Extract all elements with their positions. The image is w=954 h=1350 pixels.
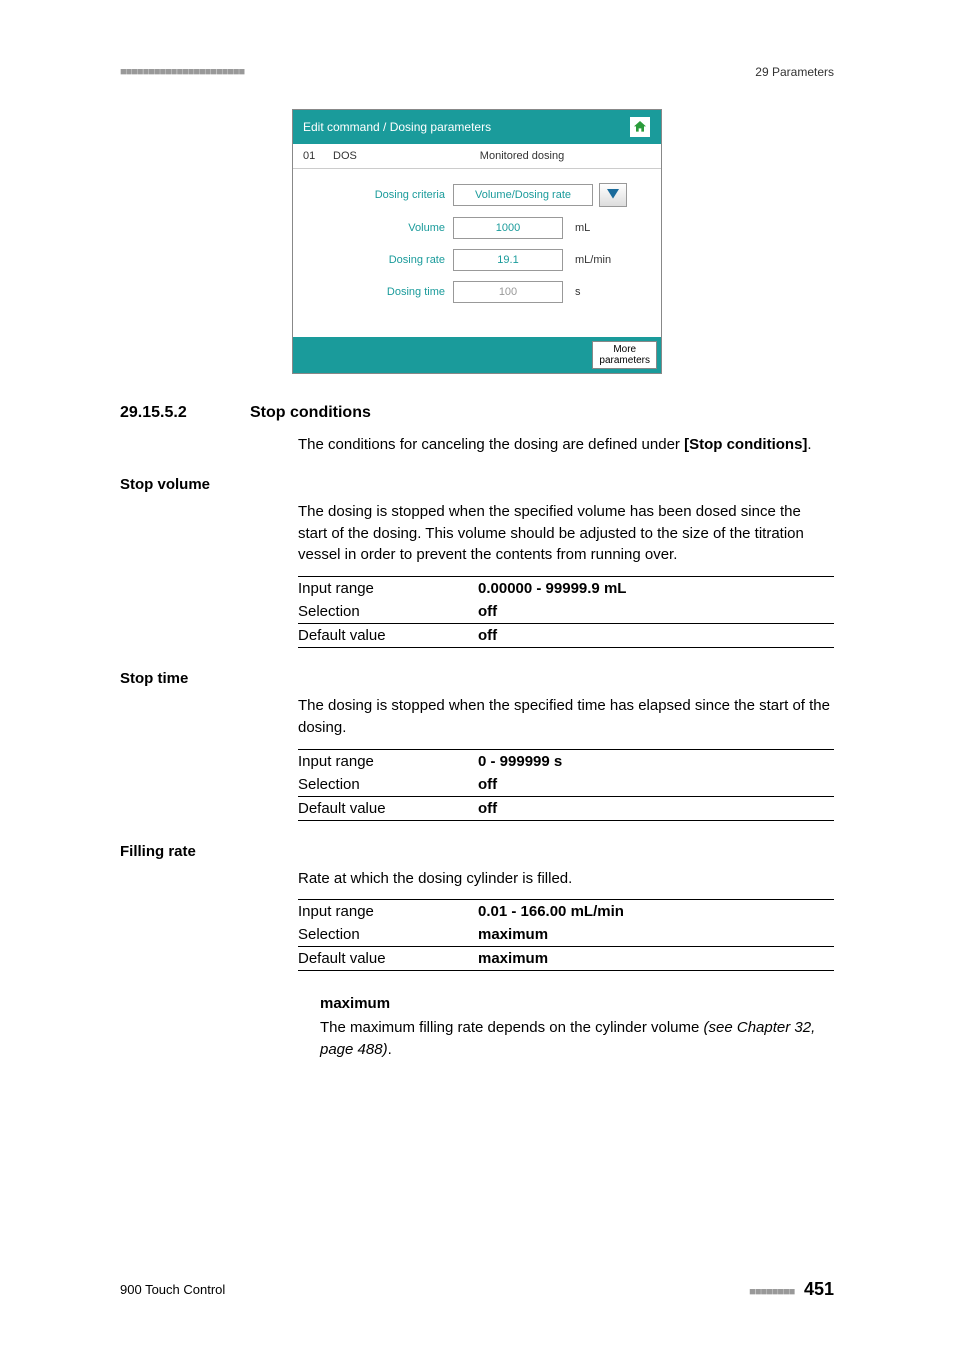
dosing-time-label: Dosing time (303, 286, 453, 298)
subdef-text-pre: The maximum filling rate depends on the … (320, 1019, 704, 1036)
table-label: Default value (298, 796, 478, 820)
stop-time-table: Input range0 - 999999 s Selectionoff Def… (298, 749, 834, 821)
section-intro: The conditions for canceling the dosing … (298, 434, 834, 456)
stop-time-desc: The dosing is stopped when the specified… (298, 695, 834, 739)
more-parameters-button[interactable]: More parameters (592, 341, 657, 369)
stop-volume-desc: The dosing is stopped when the specified… (298, 501, 834, 566)
subdef-text-post: . (388, 1041, 392, 1058)
dialog-titlebar: Edit command / Dosing parameters (293, 110, 661, 144)
stop-volume-table: Input range0.00000 - 99999.9 mL Selectio… (298, 576, 834, 648)
dosing-rate-label: Dosing rate (303, 254, 453, 266)
table-value: maximum (478, 947, 834, 971)
dropdown-icon[interactable] (599, 183, 627, 207)
stop-volume-label: Stop volume (120, 476, 834, 493)
intro-pre: The conditions for canceling the dosing … (298, 436, 684, 453)
command-mode: Monitored dosing (393, 150, 651, 162)
volume-label: Volume (303, 222, 453, 234)
table-label: Default value (298, 624, 478, 648)
footer-page-number: 451 (804, 1279, 834, 1299)
table-label: Input range (298, 900, 478, 924)
dosing-rate-unit: mL/min (563, 254, 623, 266)
table-value: off (478, 600, 834, 624)
footer-product: 900 Touch Control (120, 1282, 225, 1297)
dialog-subheader: 01 DOS Monitored dosing (293, 144, 661, 169)
command-code: DOS (333, 150, 393, 162)
table-label: Selection (298, 773, 478, 797)
header-chapter: 29 Parameters (755, 65, 834, 79)
dialog-title: Edit command / Dosing parameters (303, 120, 491, 134)
section-heading: 29.15.5.2 Stop conditions (120, 404, 834, 422)
filling-rate-table: Input range0.01 - 166.00 mL/min Selectio… (298, 899, 834, 971)
dosing-time-unit: s (563, 286, 623, 298)
filling-rate-subdef: maximum The maximum filling rate depends… (320, 993, 834, 1060)
volume-field[interactable]: 1000 (453, 217, 563, 239)
stop-time-label: Stop time (120, 670, 834, 687)
intro-post: . (807, 436, 811, 453)
command-index: 01 (303, 150, 333, 162)
table-value: 0.00000 - 99999.9 mL (478, 577, 834, 601)
dosing-rate-field[interactable]: 19.1 (453, 249, 563, 271)
dosing-criteria-field[interactable]: Volume/Dosing rate (453, 184, 593, 206)
table-label: Default value (298, 947, 478, 971)
filling-rate-label: Filling rate (120, 843, 834, 860)
table-label: Input range (298, 749, 478, 773)
table-value: off (478, 773, 834, 797)
volume-unit: mL (563, 222, 623, 234)
table-value: 0 - 999999 s (478, 749, 834, 773)
subdef-term: maximum (320, 993, 834, 1015)
header-marks: ■■■■■■■■■■■■■■■■■■■■■■ (120, 66, 244, 78)
dosing-time-field: 100 (453, 281, 563, 303)
page-footer: 900 Touch Control ■■■■■■■■ 451 (120, 1279, 834, 1300)
table-value: off (478, 624, 834, 648)
table-value: maximum (478, 923, 834, 947)
filling-rate-desc: Rate at which the dosing cylinder is fil… (298, 868, 834, 890)
footer-marks: ■■■■■■■■ (749, 1286, 794, 1298)
page-header: ■■■■■■■■■■■■■■■■■■■■■■ 29 Parameters (120, 65, 834, 79)
embedded-screenshot: Edit command / Dosing parameters 01 DOS … (292, 109, 662, 374)
table-value: off (478, 796, 834, 820)
dosing-criteria-label: Dosing criteria (303, 189, 453, 201)
section-title: Stop conditions (250, 404, 371, 422)
table-label: Selection (298, 923, 478, 947)
home-icon[interactable] (629, 116, 651, 138)
table-label: Input range (298, 577, 478, 601)
section-number: 29.15.5.2 (120, 404, 250, 422)
table-value: 0.01 - 166.00 mL/min (478, 900, 834, 924)
table-label: Selection (298, 600, 478, 624)
intro-bold: [Stop conditions] (684, 436, 807, 453)
